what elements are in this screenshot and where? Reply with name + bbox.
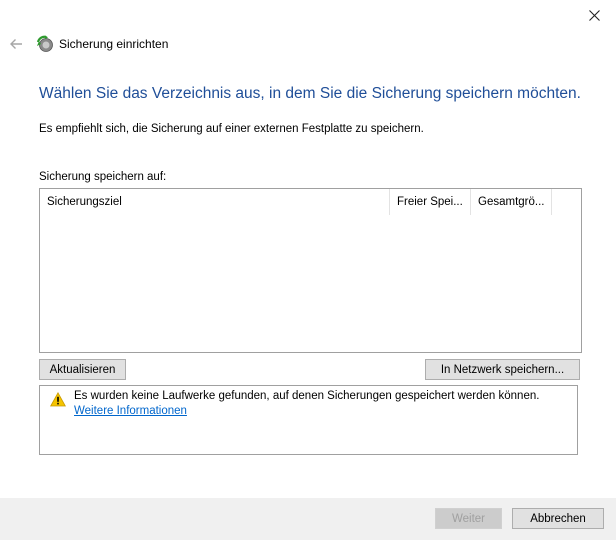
info-panel: Es wurden keine Laufwerke gefunden, auf … [39,385,578,455]
next-button[interactable]: Weiter [435,508,502,529]
list-label: Sicherung speichern auf: [39,171,167,183]
cancel-button[interactable]: Abbrechen [512,508,604,529]
refresh-button[interactable]: Aktualisieren [39,359,126,380]
back-button[interactable] [6,34,26,54]
more-info-link[interactable]: Weitere Informationen [74,405,187,417]
save-to-network-button[interactable]: In Netzwerk speichern... [425,359,580,380]
column-header-destination[interactable]: Sicherungsziel [40,189,390,215]
list-header: Sicherungsziel Freier Spei... Gesamtgrö.… [40,189,552,215]
intro-text: Es empfiehlt sich, die Sicherung auf ein… [39,123,424,135]
back-arrow-icon [10,39,22,49]
column-header-total-size[interactable]: Gesamtgrö... [471,189,552,215]
window-title: Sicherung einrichten [59,37,169,51]
close-icon [588,9,600,21]
close-button[interactable] [580,4,608,26]
info-message: Es wurden keine Laufwerke gefunden, auf … [74,390,540,402]
column-header-free-space[interactable]: Freier Spei... [390,189,471,215]
destination-list[interactable]: Sicherungsziel Freier Spei... Gesamtgrö.… [39,188,582,353]
backup-icon [36,35,54,53]
warning-icon [50,391,66,407]
page-heading: Wählen Sie das Verzeichnis aus, in dem S… [39,85,581,102]
